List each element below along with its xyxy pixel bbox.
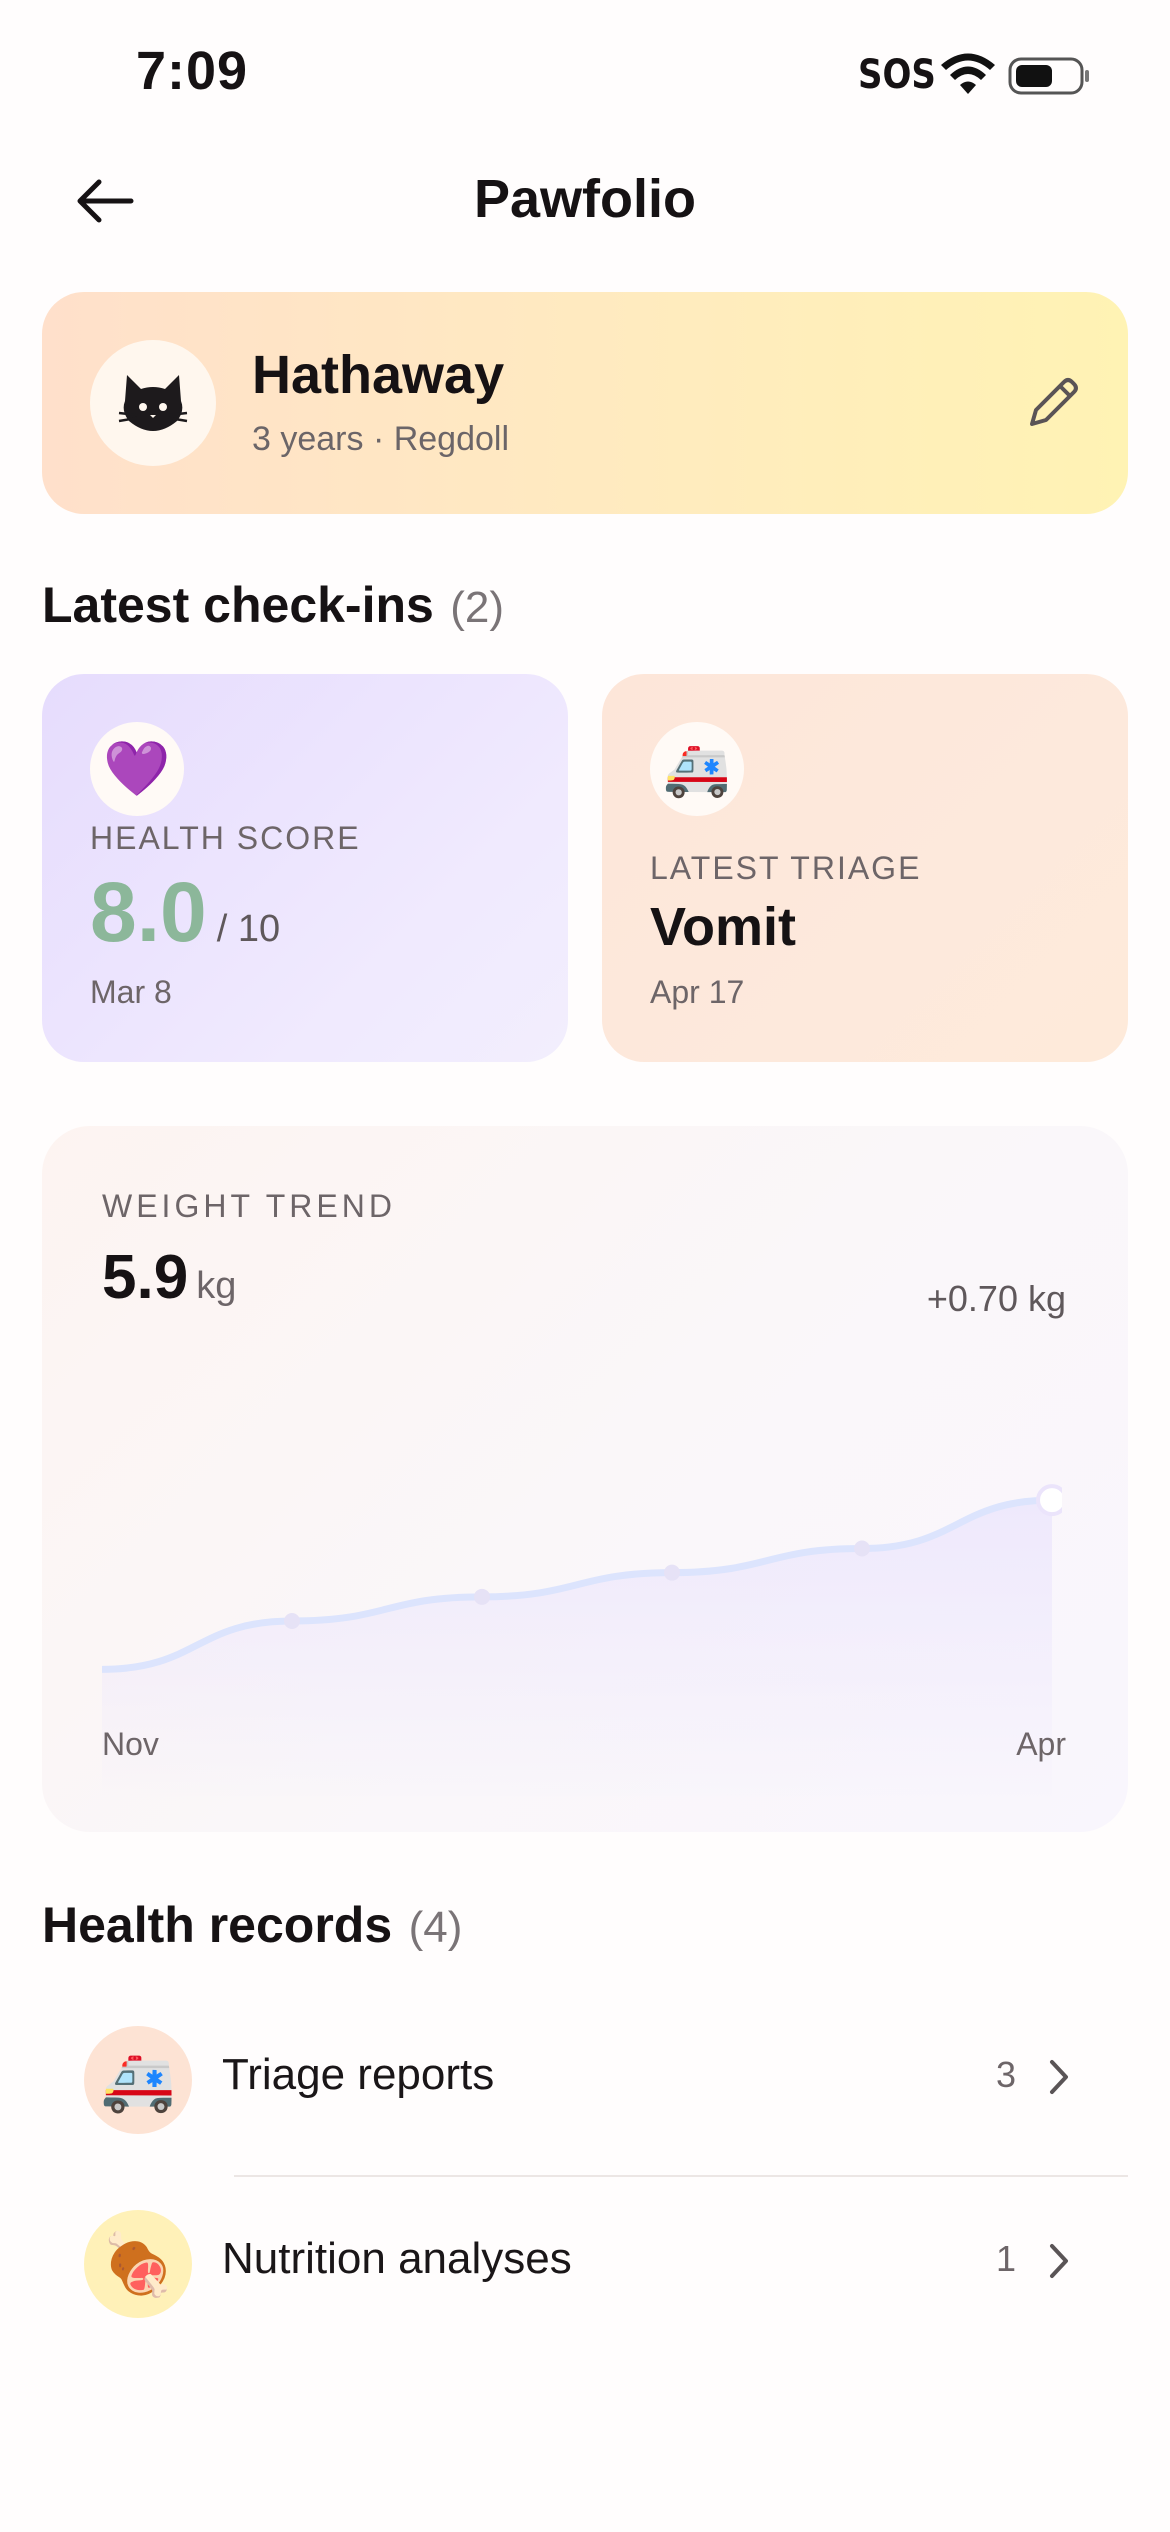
health-score-max: / 10 <box>216 908 281 950</box>
health-score-value: 8.0 <box>90 865 207 959</box>
record-count: 1 <box>995 2238 1016 2279</box>
records-title: Health records <box>42 1897 393 1953</box>
triage-label: LATEST TRIAGE <box>650 850 922 886</box>
cat-icon <box>118 375 188 431</box>
sos-indicator: SOS <box>858 52 936 98</box>
divider <box>234 2175 1128 2177</box>
x-axis-end-label: Apr <box>1016 1726 1066 1762</box>
pet-avatar <box>90 340 216 466</box>
triage-date: Apr 17 <box>650 974 745 1010</box>
health-score-row: 8.0/ 10 <box>90 864 280 961</box>
weight-delta: +0.70 kg <box>926 1278 1066 1319</box>
weight-point-apr <box>1036 1484 1062 1517</box>
checkins-title: Latest check-ins <box>42 577 434 633</box>
weight-trend-card[interactable]: WEIGHT TREND 5.9 kg +0.70 kg Nov Apr <box>42 1126 1128 1832</box>
record-label: Triage reports <box>222 2050 495 2099</box>
checkins-header: Latest check-ins (2) <box>42 576 504 634</box>
latest-triage-card[interactable]: 🚑 LATEST TRIAGE Vomit Apr 17 <box>602 674 1128 1062</box>
health-score-card[interactable]: 💜 HEALTH SCORE 8.0/ 10 Mar 8 <box>42 674 568 1062</box>
weight-trend-chart <box>102 1484 1062 1796</box>
x-axis-start-label: Nov <box>102 1726 159 1762</box>
triage-value: Vomit <box>650 897 796 957</box>
pet-profile-card[interactable]: Hathaway 3 years · Regdoll <box>42 292 1128 514</box>
page-title: Pawfolio <box>473 169 696 229</box>
ambulance-icon: 🚑 <box>650 722 744 816</box>
pet-details: 3 years · Regdoll <box>252 420 510 458</box>
records-header: Health records (4) <box>42 1896 462 1954</box>
wifi-icon <box>941 53 995 94</box>
health-score-date: Mar 8 <box>90 974 172 1010</box>
checkins-count: (2) <box>450 583 505 632</box>
chevron-right-icon <box>1050 2060 1068 2094</box>
weight-point-feb <box>664 1564 680 1581</box>
records-count: (4) <box>408 1903 463 1952</box>
battery-icon <box>1008 57 1089 95</box>
record-row-triage-reports[interactable]: 🚑 Triage reports 3 <box>42 1998 1128 2178</box>
purple-heart-icon: 💜 <box>90 722 184 816</box>
weight-point-jan <box>474 1588 490 1605</box>
health-score-label: HEALTH SCORE <box>90 820 361 856</box>
weight-trend-label: WEIGHT TREND <box>102 1188 396 1224</box>
meat-icon: 🍖 <box>84 2210 192 2318</box>
ambulance-icon: 🚑 <box>84 2026 192 2134</box>
record-count: 3 <box>995 2054 1016 2095</box>
pet-name: Hathaway <box>252 345 505 405</box>
status-time: 7:09 <box>136 41 249 101</box>
edit-pencil-icon[interactable] <box>1020 370 1086 436</box>
record-row-nutrition-analyses[interactable]: 🍖 Nutrition analyses 1 <box>42 2182 1128 2362</box>
chevron-right-icon <box>1050 2244 1068 2278</box>
weight-point-dec <box>284 1613 300 1629</box>
weight-value-row: 5.9 kg <box>102 1242 236 1313</box>
weight-point-mar <box>854 1540 870 1557</box>
record-label: Nutrition analyses <box>222 2234 572 2283</box>
weight-value: 5.9 <box>102 1243 189 1312</box>
weight-unit: kg <box>196 1265 237 1307</box>
